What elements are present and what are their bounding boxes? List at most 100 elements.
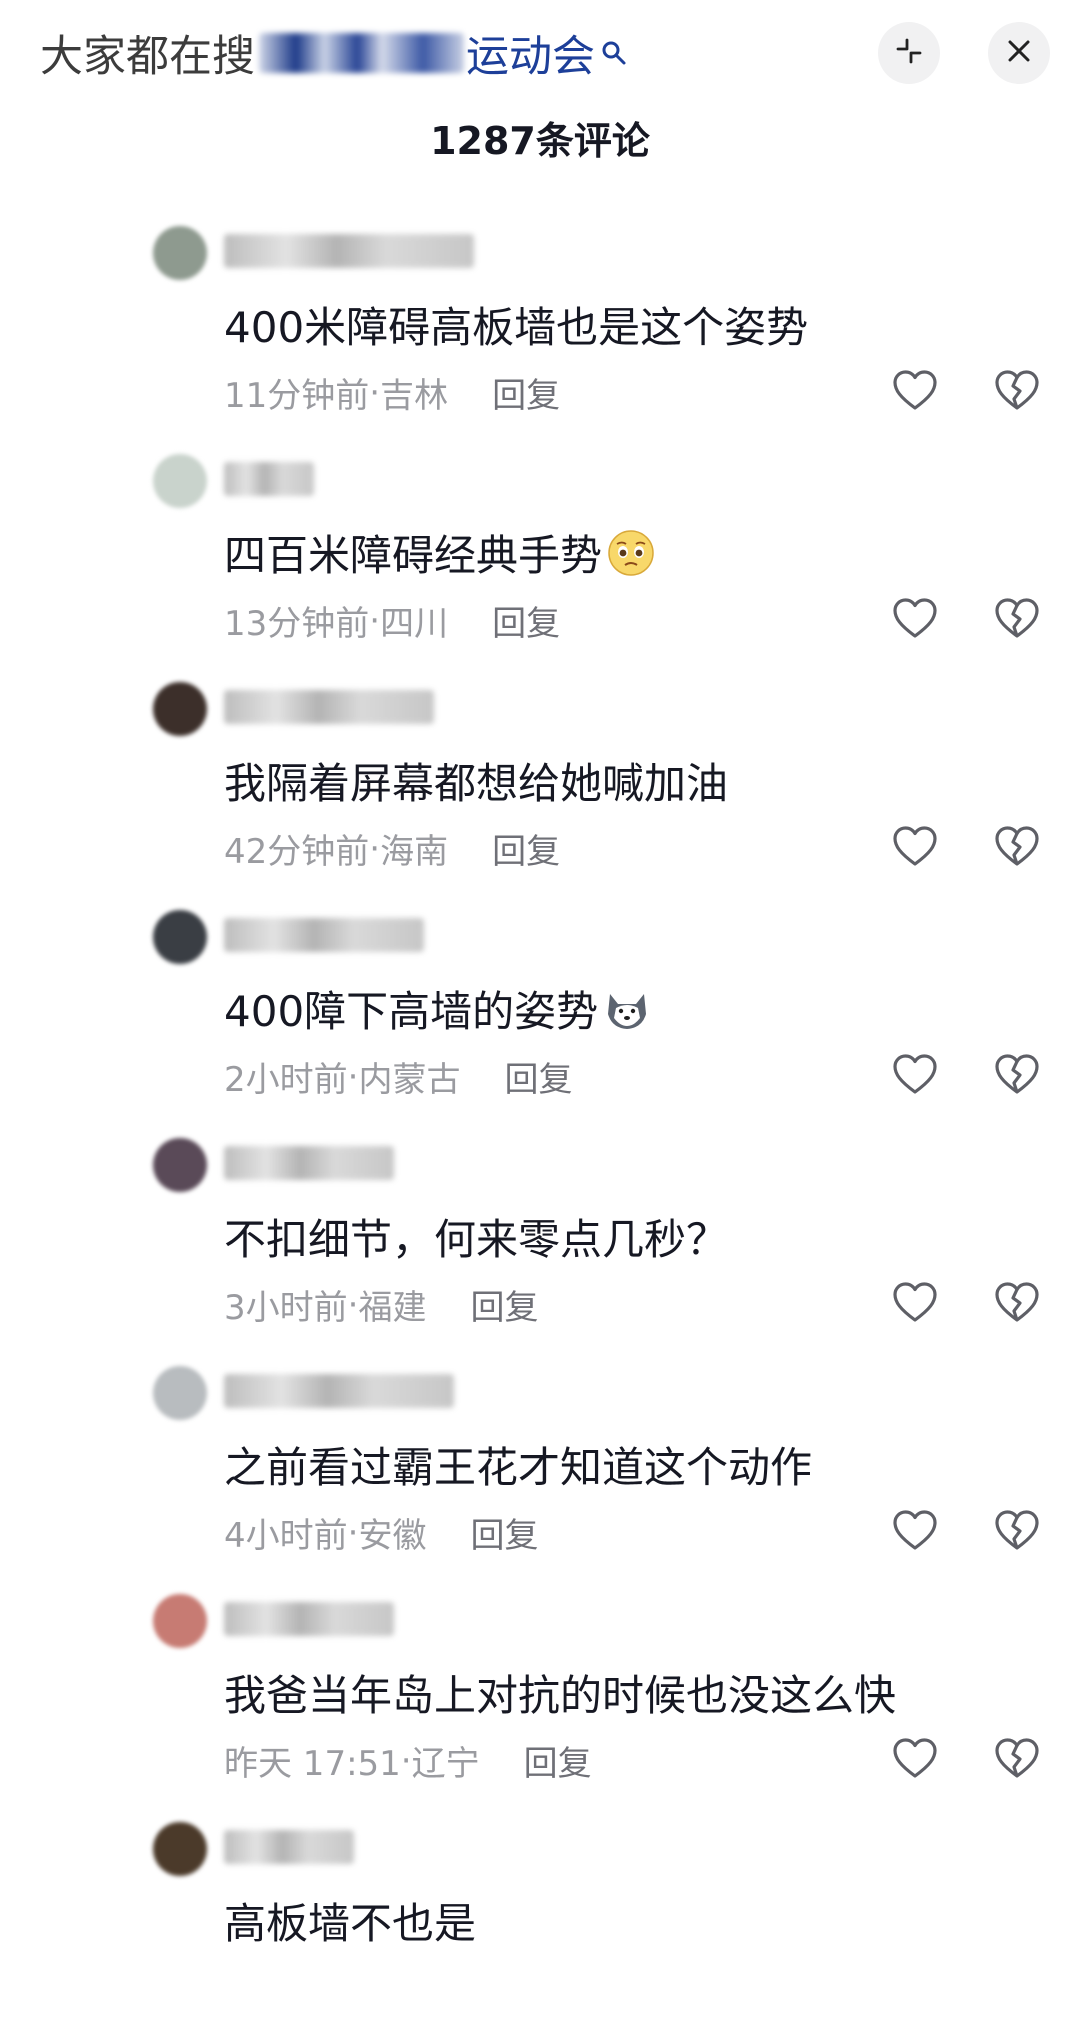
comment-meta: 昨天 17:51 · 辽宁 回复 (224, 1736, 592, 1785)
comment-item: 我隔着屏幕都想给她喊加油 42分钟前 · 海南 回复 (0, 676, 1080, 904)
search-hint-bar[interactable]: 大家都在搜 运动会 (40, 22, 629, 84)
comment-meta: 2小时前 · 内蒙古 回复 (224, 1052, 572, 1101)
username-blurred[interactable] (224, 690, 434, 724)
avatar[interactable] (153, 1138, 207, 1192)
broken-heart-outline-icon (992, 1054, 1042, 1104)
username-blurred[interactable] (224, 1830, 354, 1864)
comment-meta: 3小时前 · 福建 回复 (224, 1280, 538, 1329)
like-button[interactable] (890, 1734, 940, 1784)
heart-outline-icon (890, 1282, 940, 1332)
heart-outline-icon (890, 370, 940, 420)
comment-text[interactable]: 400米障碍高板墙也是这个姿势 (224, 294, 808, 355)
comment-list: 400米障碍高板墙也是这个姿势 11分钟前 · 吉林 回复 四百米障碍经典手势 … (0, 220, 1080, 2044)
comment-location: 内蒙古 (358, 1060, 461, 1100)
broken-heart-outline-icon (992, 826, 1042, 876)
avatar[interactable] (153, 682, 207, 736)
comment-text-content: 高板墙不也是 (224, 1899, 477, 1948)
comment-time: 昨天 17:51 (224, 1744, 401, 1784)
comment-location: 安徽 (358, 1516, 427, 1556)
dislike-button[interactable] (992, 366, 1042, 416)
comment-text-content: 我爸当年岛上对抗的时候也没这么快 (224, 1671, 897, 1720)
comment-meta: 11分钟前 · 吉林 回复 (224, 368, 560, 417)
comment-text[interactable]: 之前看过霸王花才知道这个动作 (224, 1434, 812, 1495)
heart-outline-icon (890, 598, 940, 648)
search-hint-keyword[interactable]: 运动会 (466, 22, 595, 84)
reply-button[interactable]: 回复 (470, 1280, 538, 1329)
username-blurred[interactable] (224, 1602, 394, 1636)
like-button[interactable] (890, 822, 940, 872)
comment-text[interactable]: 高板墙不也是 (224, 1890, 476, 1951)
comment-item: 之前看过霸王花才知道这个动作 4小时前 · 安徽 回复 (0, 1360, 1080, 1588)
broken-heart-outline-icon (992, 1738, 1042, 1788)
avatar[interactable] (153, 1594, 207, 1648)
comment-item: 不扣细节，何来零点几秒？ 3小时前 · 福建 回复 (0, 1132, 1080, 1360)
comment-text[interactable]: 不扣细节，何来零点几秒？ (224, 1206, 728, 1267)
username-blurred[interactable] (224, 1374, 454, 1408)
comment-text[interactable]: 400障下高墙的姿势 (224, 978, 652, 1039)
search-icon (599, 29, 629, 65)
reply-button[interactable]: 回复 (492, 368, 560, 417)
dislike-button[interactable] (992, 1734, 1042, 1784)
username-blurred[interactable] (224, 234, 474, 268)
reply-button[interactable]: 回复 (492, 596, 560, 645)
reply-button[interactable]: 回复 (504, 1052, 572, 1101)
heart-outline-icon (890, 1738, 940, 1788)
reply-button[interactable]: 回复 (470, 1508, 538, 1557)
avatar[interactable] (153, 1366, 207, 1420)
comment-time: 13分钟前 (224, 604, 370, 644)
avatar[interactable] (153, 454, 207, 508)
comment-text[interactable]: 我爸当年岛上对抗的时候也没这么快 (224, 1662, 896, 1723)
avatar[interactable] (153, 226, 207, 280)
meta-separator: · (347, 1284, 359, 1325)
like-button[interactable] (890, 1050, 940, 1100)
meta-separator: · (400, 1740, 412, 1781)
comment-item: 400米障碍高板墙也是这个姿势 11分钟前 · 吉林 回复 (0, 220, 1080, 448)
comment-location: 福建 (358, 1288, 427, 1328)
comment-item: 高板墙不也是 (0, 1816, 1080, 2044)
meta-separator: · (347, 1512, 359, 1553)
broken-heart-outline-icon (992, 370, 1042, 420)
username-blurred[interactable] (224, 918, 424, 952)
meta-separator: · (347, 1056, 359, 1097)
heart-outline-icon (890, 1054, 940, 1104)
comment-meta: 42分钟前 · 海南 回复 (224, 824, 560, 873)
pleading-face-emoji (606, 528, 656, 578)
dislike-button[interactable] (992, 1278, 1042, 1328)
like-button[interactable] (890, 1278, 940, 1328)
collapse-arrows-icon (894, 36, 924, 70)
heart-outline-icon (890, 1510, 940, 1560)
comment-text[interactable]: 我隔着屏幕都想给她喊加油 (224, 750, 728, 811)
dislike-button[interactable] (992, 594, 1042, 644)
husky-face-emoji (602, 984, 652, 1034)
comment-item: 我爸当年岛上对抗的时候也没这么快 昨天 17:51 · 辽宁 回复 (0, 1588, 1080, 1816)
avatar[interactable] (153, 1822, 207, 1876)
close-button[interactable] (988, 22, 1050, 84)
avatar[interactable] (153, 910, 207, 964)
meta-separator: · (369, 372, 381, 413)
dislike-button[interactable] (992, 1506, 1042, 1556)
comment-meta: 13分钟前 · 四川 回复 (224, 596, 560, 645)
comment-text-content: 400障下高墙的姿势 (224, 987, 599, 1036)
close-icon (1004, 36, 1034, 70)
collapse-button[interactable] (878, 22, 940, 84)
dislike-button[interactable] (992, 822, 1042, 872)
broken-heart-outline-icon (992, 1510, 1042, 1560)
comment-time: 3小时前 (224, 1288, 348, 1328)
like-button[interactable] (890, 366, 940, 416)
comment-text[interactable]: 四百米障碍经典手势 (224, 522, 656, 583)
like-button[interactable] (890, 594, 940, 644)
comment-item: 四百米障碍经典手势 13分钟前 · 四川 回复 (0, 448, 1080, 676)
comment-text-content: 不扣细节，何来零点几秒？ (224, 1215, 729, 1264)
dislike-button[interactable] (992, 1050, 1042, 1100)
comment-time: 4小时前 (224, 1516, 348, 1556)
comment-location: 辽宁 (411, 1744, 480, 1784)
comment-location: 海南 (380, 832, 449, 872)
comment-location: 四川 (380, 604, 449, 644)
reply-button[interactable]: 回复 (524, 1736, 592, 1785)
comment-text-content: 之前看过霸王花才知道这个动作 (224, 1443, 813, 1492)
reply-button[interactable]: 回复 (492, 824, 560, 873)
username-blurred[interactable] (224, 1146, 394, 1180)
comment-time: 11分钟前 (224, 376, 370, 416)
like-button[interactable] (890, 1506, 940, 1556)
username-blurred[interactable] (224, 462, 314, 496)
